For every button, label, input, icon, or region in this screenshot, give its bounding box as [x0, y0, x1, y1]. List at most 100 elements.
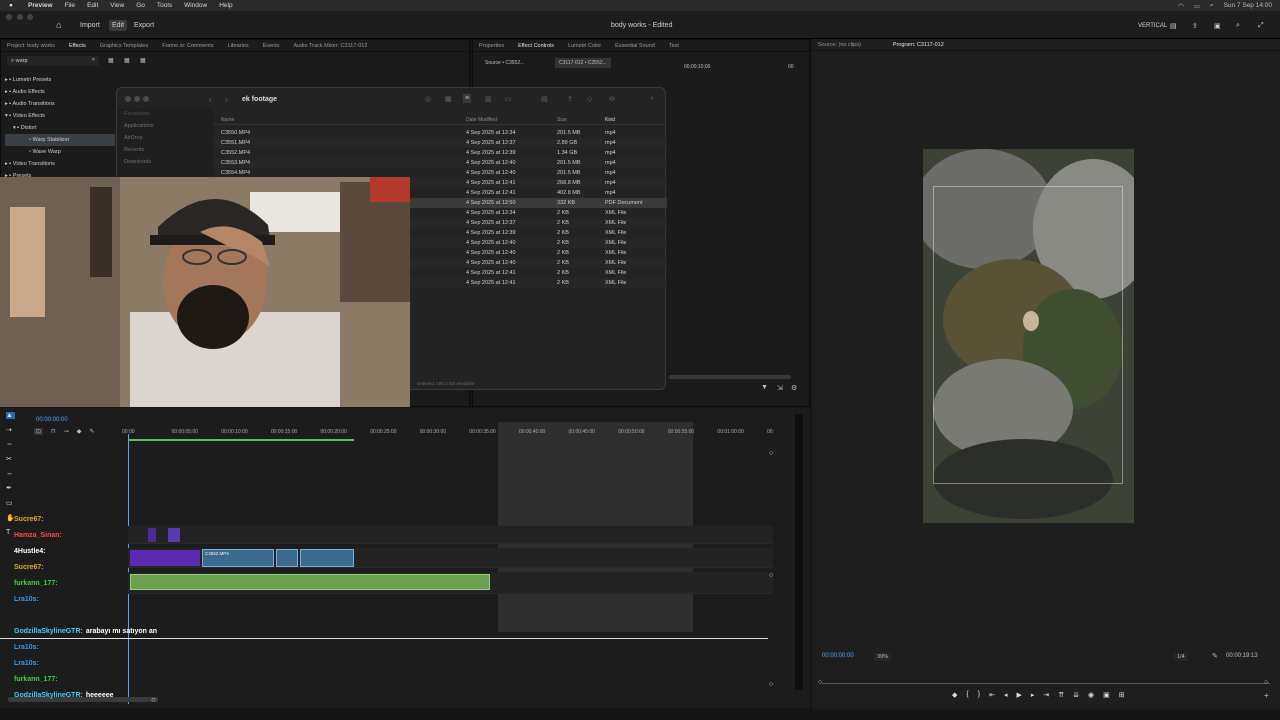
menu-file[interactable]: File	[65, 2, 75, 9]
finder-zoom-button[interactable]	[143, 96, 149, 102]
effect-controls-scrollbar[interactable]	[669, 375, 791, 379]
snap-icon[interactable]: ⊓	[51, 428, 56, 435]
battery-icon[interactable]: ▭	[1194, 2, 1200, 10]
safe-margins-icon[interactable]: ⊞	[1119, 691, 1125, 699]
workspaces-icon[interactable]: ▤	[1170, 22, 1177, 30]
32bit-effects-icon[interactable]: ▦	[124, 57, 130, 64]
finder-file-row[interactable]: C3552.MP4 4 Sep 2025 at 12:39 1.34 GB mp4	[213, 148, 667, 158]
finder-close-button[interactable]	[125, 96, 131, 102]
column-size[interactable]: Size	[557, 117, 567, 123]
more-icon[interactable]: ⊖	[609, 95, 615, 103]
nest-icon[interactable]: ⊡	[34, 428, 44, 435]
column-name[interactable]: Name	[221, 117, 234, 123]
chat-username[interactable]: GodzillaSkylineGTR:	[14, 628, 83, 635]
menubar-app-name[interactable]: Preview	[28, 2, 53, 9]
timeline-timecode[interactable]: 00:00:00:00	[36, 417, 68, 423]
minimize-window-button[interactable]	[16, 14, 23, 20]
share-icon[interactable]: ⇪	[567, 95, 573, 103]
gallery-view-icon[interactable]: ▭	[505, 95, 512, 103]
tree-item-lumetri-presets[interactable]: ▸ ▪ Lumetri Presets	[5, 74, 115, 86]
go-to-out-icon[interactable]: ⇥	[1043, 691, 1049, 699]
sequence-clip-label[interactable]: C3117-012 • C3552...	[555, 58, 611, 68]
quick-export-icon[interactable]: ⇪	[1192, 22, 1198, 30]
sidebar-item-airdrop[interactable]: AirDrop	[117, 132, 213, 144]
playback-resolution-select[interactable]: 1/4	[1174, 653, 1188, 661]
program-scrubber[interactable]	[822, 683, 1270, 684]
scroll-handle-icon[interactable]: ○	[769, 450, 773, 457]
sidebar-item-recents[interactable]: Recents	[117, 144, 213, 156]
tab-properties[interactable]: Properties	[479, 43, 504, 49]
menu-help[interactable]: Help	[219, 2, 232, 9]
icon-view-icon[interactable]: ▦	[445, 95, 452, 103]
chat-username[interactable]: Hamza_Sinan:	[14, 532, 62, 539]
wrench-icon[interactable]: ✎	[1212, 652, 1218, 660]
step-back-icon[interactable]: ◂	[1004, 691, 1008, 699]
help-search-icon[interactable]: ⌕	[1236, 22, 1240, 30]
chat-username[interactable]: Sucre67:	[14, 564, 44, 571]
tab-frameio-comments[interactable]: Frame.io: Comments	[162, 43, 213, 49]
tree-item-distort[interactable]: ▾ ▪ Distort	[5, 122, 115, 134]
menu-view[interactable]: View	[110, 2, 124, 9]
tag-icon[interactable]: ◇	[587, 95, 592, 103]
zoom-window-button[interactable]	[27, 14, 34, 20]
extract-icon[interactable]: ⇊	[1073, 691, 1079, 699]
chat-username[interactable]: Lra10s:	[14, 660, 39, 667]
source-clip-label[interactable]: Source • C3552...	[485, 60, 524, 66]
filter-icon[interactable]: ▼	[761, 384, 768, 391]
finder-search-icon[interactable]: ⌕	[650, 95, 654, 103]
scroll-handle-icon[interactable]: ○	[769, 572, 773, 579]
group-icon[interactable]: ▤	[541, 95, 548, 103]
back-icon[interactable]: ‹	[209, 95, 212, 104]
fullscreen-icon[interactable]: ⤢	[1258, 22, 1264, 30]
chat-username[interactable]: furkann_177:	[14, 676, 58, 683]
menubar-clock[interactable]: Sun 7 Sep 14:00	[1224, 2, 1272, 10]
chat-username[interactable]: furkann_177:	[14, 580, 58, 587]
tab-lumetri-color[interactable]: Lumetri Color	[568, 43, 601, 49]
export-tab[interactable]: Export	[134, 22, 154, 29]
tree-item-video-transitions[interactable]: ▸ ▪ Video Transitions	[5, 158, 115, 170]
yuv-effects-icon[interactable]: ▦	[140, 57, 146, 64]
chat-username[interactable]: GodzillaSkylineGTR:	[14, 692, 83, 699]
add-marker-icon[interactable]: ◆	[952, 691, 957, 699]
export-frame-button[interactable]: ◉	[1088, 691, 1094, 699]
tree-item-wave-warp[interactable]: ▫ Wave Warp	[5, 146, 115, 158]
mark-out-icon[interactable]: }	[978, 691, 980, 699]
mark-in-icon[interactable]: {	[966, 691, 968, 699]
menu-window[interactable]: Window	[184, 2, 207, 9]
play-icon[interactable]: ▶	[1016, 691, 1021, 699]
chat-username[interactable]: Lra10s:	[14, 596, 39, 603]
rectangle-tool-icon[interactable]: ▭	[6, 499, 15, 507]
tab-program-monitor[interactable]: Program: C3117-012	[893, 42, 944, 48]
zoom-level-select[interactable]: 39%	[874, 653, 892, 661]
tab-text[interactable]: Text	[669, 43, 679, 49]
tab-source-monitor[interactable]: Source: (no clips)	[818, 42, 861, 48]
tab-project[interactable]: Project: body works	[7, 43, 55, 49]
tree-item-video-effects[interactable]: ▾ ▪ Video Effects	[5, 110, 115, 122]
comparison-view-icon[interactable]: ▣	[1103, 691, 1110, 699]
tree-item-audio-effects[interactable]: ▸ ▪ Audio Effects	[5, 86, 115, 98]
sidebar-item-applications[interactable]: Applications	[117, 120, 213, 132]
wifi-icon[interactable]: ◠	[1178, 2, 1184, 10]
lift-icon[interactable]: ⇈	[1058, 691, 1064, 699]
tab-audio-track-mixer[interactable]: Audio Track Mixer: C3117-012	[294, 43, 368, 49]
add-marker-timeline-icon[interactable]: ◆	[77, 428, 82, 435]
list-view-icon[interactable]: ≡	[463, 94, 472, 103]
menu-edit[interactable]: Edit	[87, 2, 98, 9]
slip-tool-icon[interactable]: ↔	[6, 470, 15, 477]
close-window-button[interactable]	[6, 14, 12, 20]
timeline-settings-icon[interactable]: ✎	[89, 428, 94, 435]
airdrop-icon[interactable]: ◎	[425, 95, 431, 103]
finder-file-row[interactable]: C3551.MP4 4 Sep 2025 at 12:37 2.89 GB mp4	[213, 138, 667, 148]
sidebar-item-downloads[interactable]: Downloads	[117, 156, 213, 168]
scroll-handle-icon[interactable]: ○	[769, 681, 773, 688]
tree-item-audio-transitions[interactable]: ▸ ▪ Audio Transitions	[5, 98, 115, 110]
tree-item-warp-stabilizer[interactable]: ▫ Warp Stabilizer	[5, 134, 115, 146]
clear-search-icon[interactable]: ×	[92, 57, 95, 63]
column-kind[interactable]: Kind	[605, 117, 615, 123]
step-forward-icon[interactable]: ▸	[1031, 691, 1035, 699]
finder-minimize-button[interactable]	[134, 96, 140, 102]
tab-libraries[interactable]: Libraries	[228, 43, 249, 49]
tab-essential-sound[interactable]: Essential Sound	[615, 43, 655, 49]
ripple-edit-icon[interactable]: ⇔	[6, 441, 15, 448]
apple-icon[interactable]: ●	[6, 2, 16, 9]
